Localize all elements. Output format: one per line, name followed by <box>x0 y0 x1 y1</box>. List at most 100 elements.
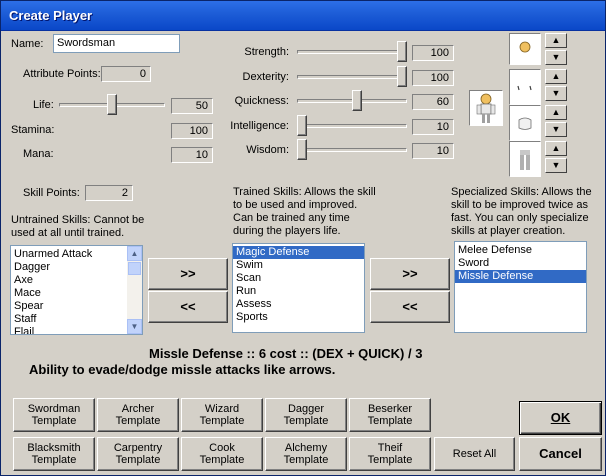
specialized-skills-list[interactable]: Melee Defense Sword Missle Defense <box>454 241 587 333</box>
trained-skills-list[interactable]: Magic Defense Swim Scan Run Assess Sports <box>232 243 365 333</box>
template-button[interactable]: Swordman Template <box>13 398 95 432</box>
trained-desc-line: Trained Skills: Allows the skill <box>233 186 376 198</box>
scroll-down-arrow-icon[interactable]: ▼ <box>127 319 142 334</box>
list-item[interactable]: Swim <box>233 259 364 272</box>
slider-thumb[interactable] <box>297 115 307 136</box>
list-item[interactable]: Sword <box>455 257 586 270</box>
name-input[interactable]: Swordsman <box>53 34 180 53</box>
attribute-slider[interactable] <box>297 90 407 112</box>
template-button[interactable]: Archer Template <box>97 398 179 432</box>
arrow-down-icon: ▼ <box>551 88 561 98</box>
list-item[interactable]: Sports <box>233 311 364 324</box>
slider-track <box>297 124 407 128</box>
spin-up-button[interactable]: ▲ <box>545 69 567 84</box>
scroll-up-arrow-icon[interactable]: ▲ <box>127 246 142 261</box>
slider-thumb[interactable] <box>397 66 407 87</box>
skill-info-summary: Missle Defense :: 6 cost :: (DEX + QUICK… <box>149 346 423 361</box>
slider-track <box>297 50 407 54</box>
list-item[interactable]: Staff <box>11 313 142 326</box>
list-item[interactable]: Missle Defense <box>455 270 586 283</box>
list-item[interactable]: Scan <box>233 272 364 285</box>
list-item[interactable]: Assess <box>233 298 364 311</box>
list-item[interactable]: Melee Defense <box>455 244 586 257</box>
skill-info-description: Ability to evade/dodge missle attacks li… <box>29 362 336 377</box>
train-skill-button[interactable]: >> <box>148 258 228 290</box>
unspecialize-skill-button[interactable]: << <box>370 291 450 323</box>
face-part-preview <box>509 69 541 105</box>
create-player-window: Create Player Name: Swordsman Attribute … <box>0 0 606 476</box>
mana-label: Mana: <box>23 148 54 160</box>
arrow-up-icon: ▲ <box>551 143 561 153</box>
specialize-skill-button[interactable]: >> <box>370 258 450 290</box>
spin-up-button[interactable]: ▲ <box>545 141 567 156</box>
skill-points-label: Skill Points: <box>23 187 80 199</box>
arrow-down-icon: ▼ <box>551 52 561 62</box>
slider-thumb[interactable] <box>352 90 362 111</box>
face-icon <box>517 85 532 91</box>
cancel-button[interactable]: Cancel <box>519 437 602 471</box>
template-button[interactable]: Wizard Template <box>181 398 263 432</box>
arrow-down-icon: ▼ <box>551 124 561 134</box>
attribute-value: 10 <box>412 119 454 135</box>
template-button[interactable]: Carpentry Template <box>97 437 179 471</box>
list-item[interactable]: Run <box>233 285 364 298</box>
attribute-label: Strength: <box>244 46 289 58</box>
name-label: Name: <box>11 38 44 50</box>
untrain-skill-button[interactable]: << <box>148 291 228 323</box>
template-button[interactable]: Cook Template <box>181 437 263 471</box>
specialized-desc-line: fast. You can only specialize <box>451 212 589 224</box>
arrow-up-icon: ▲ <box>551 71 561 81</box>
attribute-slider[interactable] <box>297 139 407 161</box>
attribute-points-value: 0 <box>101 66 151 82</box>
untrained-desc-line: Untrained Skills: Cannot be <box>11 214 145 226</box>
spin-up-button[interactable]: ▲ <box>545 33 567 48</box>
legs-icon <box>520 150 530 170</box>
untrained-skills-list[interactable]: Unarmed Attack Dagger Axe Mace Spear Staff Fla… <box>10 245 143 335</box>
attribute-slider[interactable] <box>297 66 407 88</box>
list-item[interactable]: Dagger <box>11 261 142 274</box>
slider-thumb[interactable] <box>397 41 407 62</box>
untrained-description: Untrained Skills: Cannot be used at all … <box>11 214 144 240</box>
list-item[interactable]: Spear <box>11 300 142 313</box>
title-bar[interactable]: Create Player <box>1 1 605 31</box>
hair-icon <box>519 41 531 53</box>
window-title: Create Player <box>9 8 93 23</box>
hair-part-preview <box>509 33 541 65</box>
skill-points-value: 2 <box>85 185 133 201</box>
slider-thumb[interactable] <box>297 139 307 160</box>
template-button[interactable]: Dagger Template <box>265 398 347 432</box>
template-button[interactable]: Beserker Template <box>349 398 431 432</box>
avatar-preview <box>469 90 503 126</box>
list-item[interactable]: Axe <box>11 274 142 287</box>
list-item[interactable]: Flail <box>11 326 142 334</box>
attribute-label: Wisdom: <box>246 144 289 156</box>
attribute-label: Intelligence: <box>230 120 289 132</box>
arrow-down-icon: ▼ <box>551 160 561 170</box>
spin-down-button[interactable]: ▼ <box>545 158 567 173</box>
list-item[interactable]: Magic Defense <box>233 246 364 259</box>
spin-down-button[interactable]: ▼ <box>545 86 567 101</box>
attribute-slider[interactable] <box>297 41 407 63</box>
scroll-thumb[interactable] <box>128 262 141 275</box>
template-button[interactable]: Alchemy Template <box>265 437 347 471</box>
life-slider[interactable] <box>59 94 165 116</box>
spin-up-button[interactable]: ▲ <box>545 105 567 120</box>
spin-down-button[interactable]: ▼ <box>545 122 567 137</box>
mana-value: 10 <box>171 147 213 163</box>
life-label: Life: <box>33 99 54 111</box>
reset-all-button[interactable]: Reset All <box>434 437 515 471</box>
list-item[interactable]: Mace <box>11 287 142 300</box>
specialized-description: Specialized Skills: Allows the skill to … <box>451 186 592 238</box>
slider-thumb[interactable] <box>107 94 117 115</box>
attribute-slider[interactable] <box>297 115 407 137</box>
spin-down-button[interactable]: ▼ <box>545 50 567 65</box>
list-item[interactable]: Unarmed Attack <box>11 248 142 261</box>
template-button[interactable]: Blacksmith Template <box>13 437 95 471</box>
ok-button[interactable]: OK <box>519 401 602 435</box>
attribute-label: Dexterity: <box>242 71 289 83</box>
untrained-scrollbar[interactable]: ▲ ▼ <box>127 246 142 334</box>
arrow-up-icon: ▲ <box>551 35 561 45</box>
template-button[interactable]: Theif Template <box>349 437 431 471</box>
trained-desc-line: during the players life. <box>233 225 341 237</box>
character-figure-icon <box>476 93 496 123</box>
